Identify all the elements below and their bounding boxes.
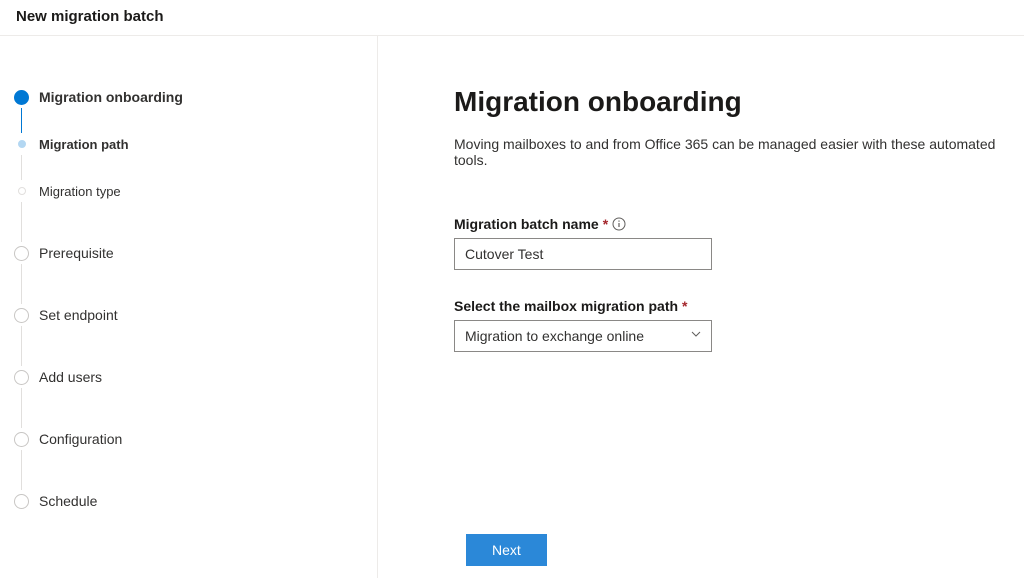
step-label: Prerequisite bbox=[39, 245, 114, 261]
next-button[interactable]: Next bbox=[466, 534, 547, 566]
connector bbox=[21, 264, 22, 304]
migration-path-select-wrap: Migration to exchange online bbox=[454, 320, 712, 352]
required-asterisk: * bbox=[682, 298, 687, 314]
migration-path-label: Select the mailbox migration path * bbox=[454, 298, 1024, 314]
step-schedule[interactable]: Schedule bbox=[14, 490, 377, 512]
step-migration-type[interactable]: Migration type bbox=[14, 180, 377, 202]
page-title: New migration batch bbox=[16, 8, 1008, 25]
step-label: Set endpoint bbox=[39, 307, 118, 323]
step-label: Migration path bbox=[39, 137, 129, 152]
required-asterisk: * bbox=[603, 216, 608, 232]
wizard-sidebar: Migration onboarding Migration path Migr… bbox=[0, 36, 378, 578]
main-content: Migration onboarding Moving mailboxes to… bbox=[378, 36, 1024, 578]
info-icon[interactable] bbox=[612, 217, 626, 231]
label-text: Select the mailbox migration path bbox=[454, 298, 678, 314]
step-label: Add users bbox=[39, 369, 102, 385]
page-header: New migration batch bbox=[0, 0, 1024, 36]
connector bbox=[21, 108, 22, 133]
step-dot-active-icon bbox=[14, 90, 29, 105]
layout: Migration onboarding Migration path Migr… bbox=[0, 36, 1024, 578]
step-label: Configuration bbox=[39, 431, 122, 447]
step-dot-icon bbox=[14, 432, 29, 447]
step-label: Migration type bbox=[39, 184, 121, 199]
label-text: Migration batch name bbox=[454, 216, 599, 232]
connector bbox=[21, 326, 22, 366]
step-label: Schedule bbox=[39, 493, 97, 509]
wizard-steps: Migration onboarding Migration path Migr… bbox=[14, 86, 377, 512]
footer: Next bbox=[378, 534, 1024, 566]
step-dot-icon bbox=[14, 246, 29, 261]
step-add-users[interactable]: Add users bbox=[14, 366, 377, 388]
content-description: Moving mailboxes to and from Office 365 … bbox=[454, 136, 1024, 168]
connector bbox=[21, 202, 22, 242]
select-value: Migration to exchange online bbox=[465, 328, 644, 344]
step-migration-onboarding[interactable]: Migration onboarding bbox=[14, 86, 377, 108]
step-label: Migration onboarding bbox=[39, 89, 183, 105]
step-configuration[interactable]: Configuration bbox=[14, 428, 377, 450]
step-prerequisite[interactable]: Prerequisite bbox=[14, 242, 377, 264]
step-dot-icon bbox=[14, 370, 29, 385]
step-dot-icon bbox=[14, 308, 29, 323]
step-dot-sub-icon bbox=[18, 140, 26, 148]
field-migration-path: Select the mailbox migration path * Migr… bbox=[454, 298, 1024, 352]
field-batch-name: Migration batch name * bbox=[454, 216, 1024, 270]
content-title: Migration onboarding bbox=[454, 86, 1024, 118]
step-set-endpoint[interactable]: Set endpoint bbox=[14, 304, 377, 326]
batch-name-label: Migration batch name * bbox=[454, 216, 1024, 232]
step-dot-icon bbox=[14, 494, 29, 509]
connector bbox=[21, 155, 22, 180]
connector bbox=[21, 388, 22, 428]
batch-name-input[interactable] bbox=[454, 238, 712, 270]
step-migration-path[interactable]: Migration path bbox=[14, 133, 377, 155]
migration-path-select[interactable]: Migration to exchange online bbox=[454, 320, 712, 352]
step-dot-sub-icon bbox=[18, 187, 26, 195]
connector bbox=[21, 450, 22, 490]
